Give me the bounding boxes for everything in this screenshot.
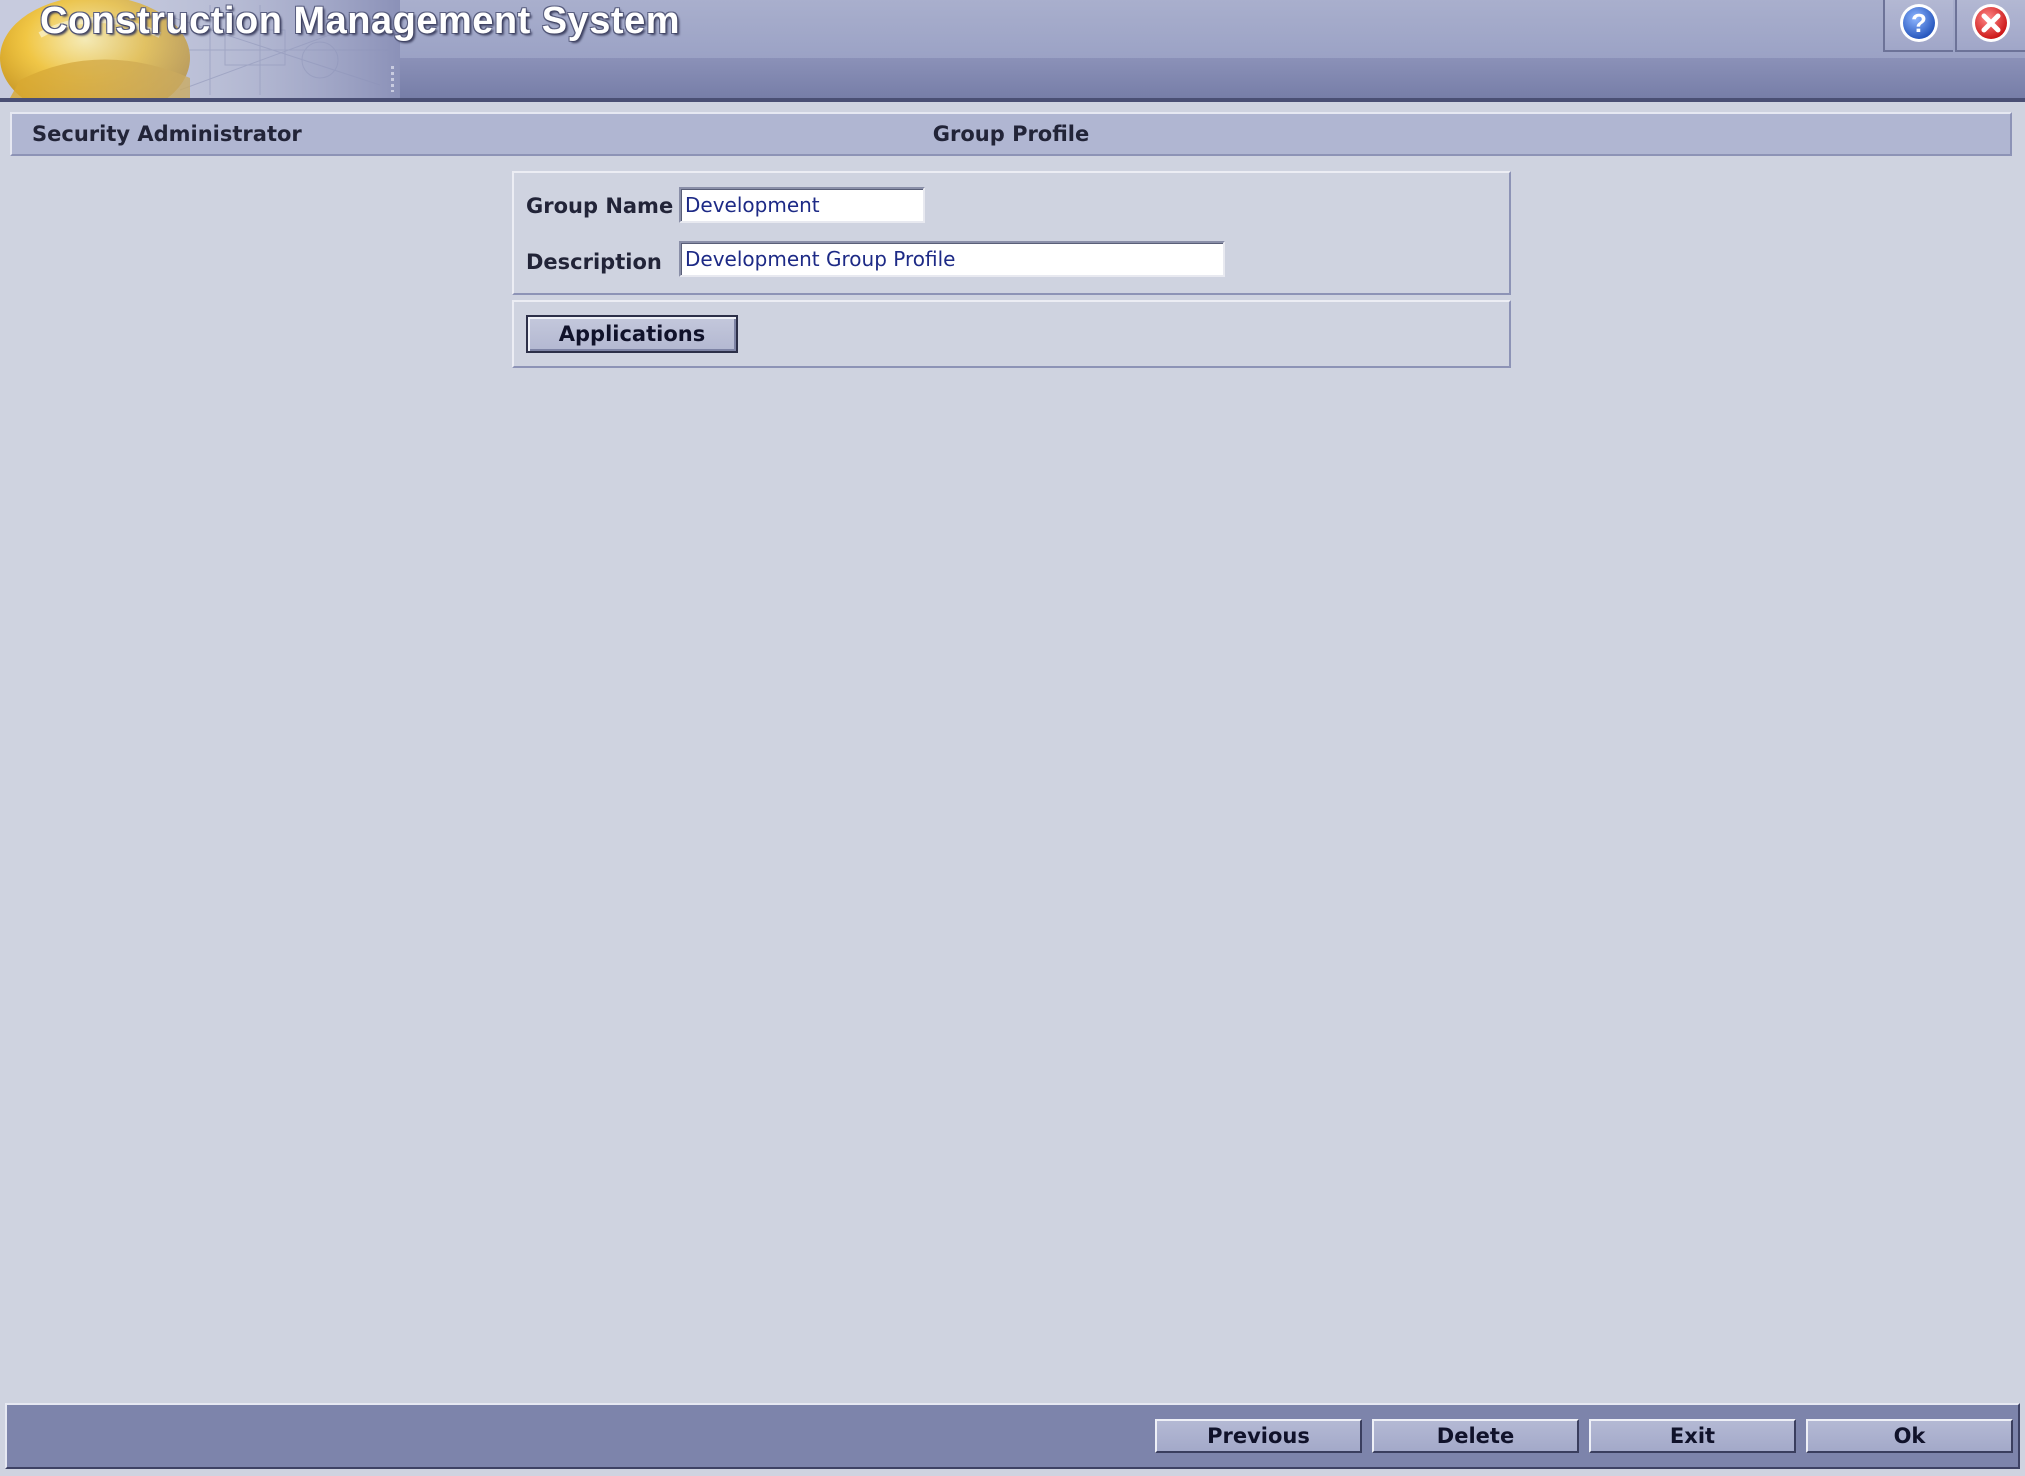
app-title: Construction Management System: [40, 0, 680, 42]
ok-button[interactable]: Ok: [1806, 1419, 2013, 1453]
description-label: Description: [526, 250, 662, 274]
page-title: Group Profile: [932, 122, 1090, 146]
close-icon: [1970, 2, 2012, 48]
title-divider: [0, 98, 2025, 102]
previous-button[interactable]: Previous: [1155, 1419, 1362, 1453]
group-name-input[interactable]: [679, 187, 925, 223]
svg-text:?: ?: [1911, 8, 1927, 38]
delete-button[interactable]: Delete: [1372, 1419, 1579, 1453]
help-button[interactable]: ?: [1883, 0, 1953, 52]
close-button[interactable]: [1955, 0, 2025, 52]
applications-panel: Applications: [512, 300, 1511, 368]
description-input[interactable]: [679, 241, 1225, 277]
exit-button[interactable]: Exit: [1589, 1419, 1796, 1453]
toolbar-grip[interactable]: [391, 66, 394, 92]
page-header: Security Administrator Group Profile: [10, 112, 2012, 156]
group-fields-panel: Group Name Description: [512, 171, 1511, 295]
help-icon: ?: [1898, 2, 1940, 48]
footer-bar: Previous Delete Exit Ok: [5, 1403, 2020, 1469]
group-name-label: Group Name: [526, 194, 674, 218]
applications-button[interactable]: Applications: [526, 315, 738, 353]
